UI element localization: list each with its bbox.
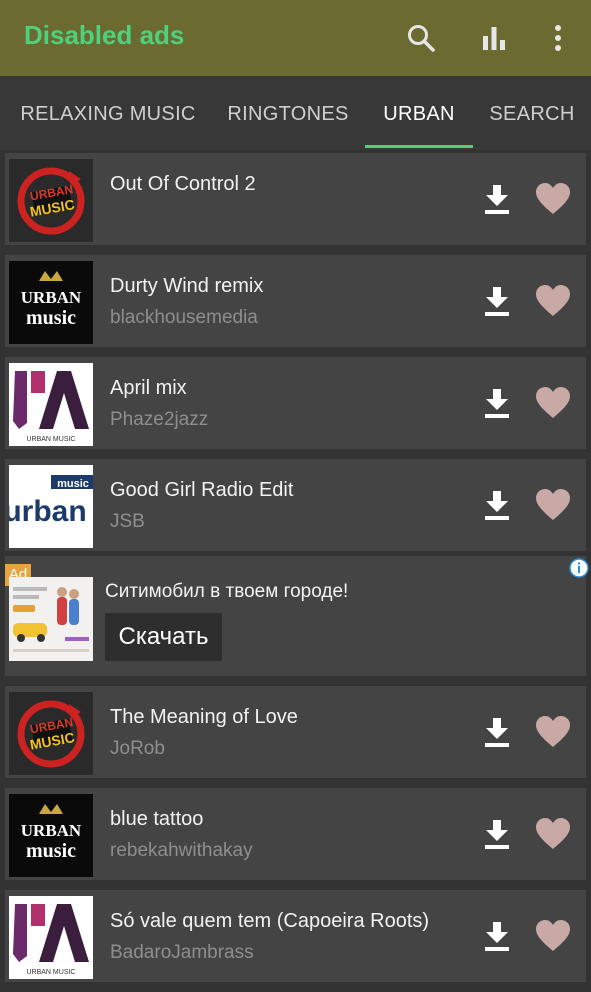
list-item[interactable]: URBAN MUSIC Só vale quem tem (Capoeira R… bbox=[5, 890, 586, 982]
song-artist: BadaroJambrass bbox=[110, 942, 254, 963]
favorite-heart-icon[interactable] bbox=[535, 182, 571, 216]
list-item[interactable]: music urban Good Girl Radio Edit JSB bbox=[5, 459, 586, 551]
song-title: Out Of Control 2 bbox=[110, 173, 256, 195]
search-icon[interactable] bbox=[401, 18, 441, 58]
ad-download-button[interactable]: Скачать bbox=[105, 613, 222, 661]
equalizer-icon[interactable] bbox=[474, 18, 514, 58]
tab-search[interactable]: SEARCH bbox=[484, 76, 580, 150]
more-vert-icon[interactable] bbox=[538, 18, 578, 58]
album-art: music urban bbox=[9, 465, 93, 548]
album-art: URBAN MUSIC bbox=[9, 692, 93, 775]
svg-text:URBAN MUSIC: URBAN MUSIC bbox=[26, 969, 75, 976]
song-artist: JSB bbox=[110, 511, 145, 532]
list-item[interactable]: URBAN music Durty Wind remix blackhousem… bbox=[5, 255, 586, 347]
album-art: URBAN MUSIC bbox=[9, 363, 93, 446]
download-icon[interactable] bbox=[483, 716, 511, 748]
song-title: Good Girl Radio Edit bbox=[110, 479, 294, 501]
download-icon[interactable] bbox=[483, 183, 511, 215]
song-artist: JoRob bbox=[110, 738, 165, 759]
list-item[interactable]: URBAN MUSIC The Meaning of Love JoRob bbox=[5, 686, 586, 778]
tab-bar: RELAXING MUSIC RINGTONES URBAN SEARCH bbox=[0, 76, 591, 150]
svg-text:URBAN: URBAN bbox=[21, 288, 82, 307]
list-item[interactable]: URBAN MUSIC April mix Phaze2jazz bbox=[5, 357, 586, 449]
svg-text:music: music bbox=[26, 840, 76, 862]
favorite-heart-icon[interactable] bbox=[535, 284, 571, 318]
song-title: April mix bbox=[110, 377, 187, 399]
song-artist: rebekahwithakay bbox=[110, 840, 253, 861]
song-title: Durty Wind remix bbox=[110, 275, 264, 297]
download-icon[interactable] bbox=[483, 818, 511, 850]
list-item[interactable]: URBAN music blue tattoo rebekahwithakay bbox=[5, 788, 586, 880]
song-artist: Phaze2jazz bbox=[110, 409, 209, 430]
album-art: URBAN music bbox=[9, 794, 93, 877]
app-title: Disabled ads bbox=[24, 20, 185, 50]
tab-ringtones[interactable]: RINGTONES bbox=[222, 76, 354, 150]
svg-text:URBAN: URBAN bbox=[21, 821, 82, 840]
ad-title: Ситимобил в твоем городе! bbox=[105, 581, 349, 602]
list-item[interactable]: URBAN MUSIC Out Of Control 2 bbox=[5, 153, 586, 245]
download-icon[interactable] bbox=[483, 285, 511, 317]
album-art: URBAN MUSIC bbox=[9, 896, 93, 979]
download-icon[interactable] bbox=[483, 920, 511, 952]
song-title: The Meaning of Love bbox=[110, 706, 298, 728]
tab-relaxing-music[interactable]: RELAXING MUSIC bbox=[14, 76, 202, 150]
tab-urban[interactable]: URBAN bbox=[365, 76, 473, 150]
song-title: blue tattoo bbox=[110, 808, 204, 830]
favorite-heart-icon[interactable] bbox=[535, 919, 571, 953]
ad-image[interactable] bbox=[9, 577, 93, 661]
tab-indicator bbox=[365, 145, 473, 148]
album-art: URBAN MUSIC bbox=[9, 159, 93, 242]
download-icon[interactable] bbox=[483, 489, 511, 521]
svg-text:music: music bbox=[26, 307, 76, 329]
song-title: Só vale quem tem (Capoeira Roots) bbox=[110, 910, 430, 932]
download-icon[interactable] bbox=[483, 387, 511, 419]
favorite-heart-icon[interactable] bbox=[535, 488, 571, 522]
album-art: URBAN music bbox=[9, 261, 93, 344]
svg-text:music: music bbox=[57, 478, 89, 490]
song-artist: blackhousemedia bbox=[110, 307, 258, 328]
favorite-heart-icon[interactable] bbox=[535, 386, 571, 420]
ad-banner[interactable]: Ad Ситимобил в твоем городе! Скачать bbox=[5, 556, 589, 676]
app-bar: Disabled ads bbox=[0, 0, 591, 76]
ad-info-icon[interactable] bbox=[569, 558, 589, 578]
svg-text:URBAN MUSIC: URBAN MUSIC bbox=[26, 436, 75, 443]
favorite-heart-icon[interactable] bbox=[535, 715, 571, 749]
svg-text:urban: urban bbox=[9, 495, 87, 528]
favorite-heart-icon[interactable] bbox=[535, 817, 571, 851]
